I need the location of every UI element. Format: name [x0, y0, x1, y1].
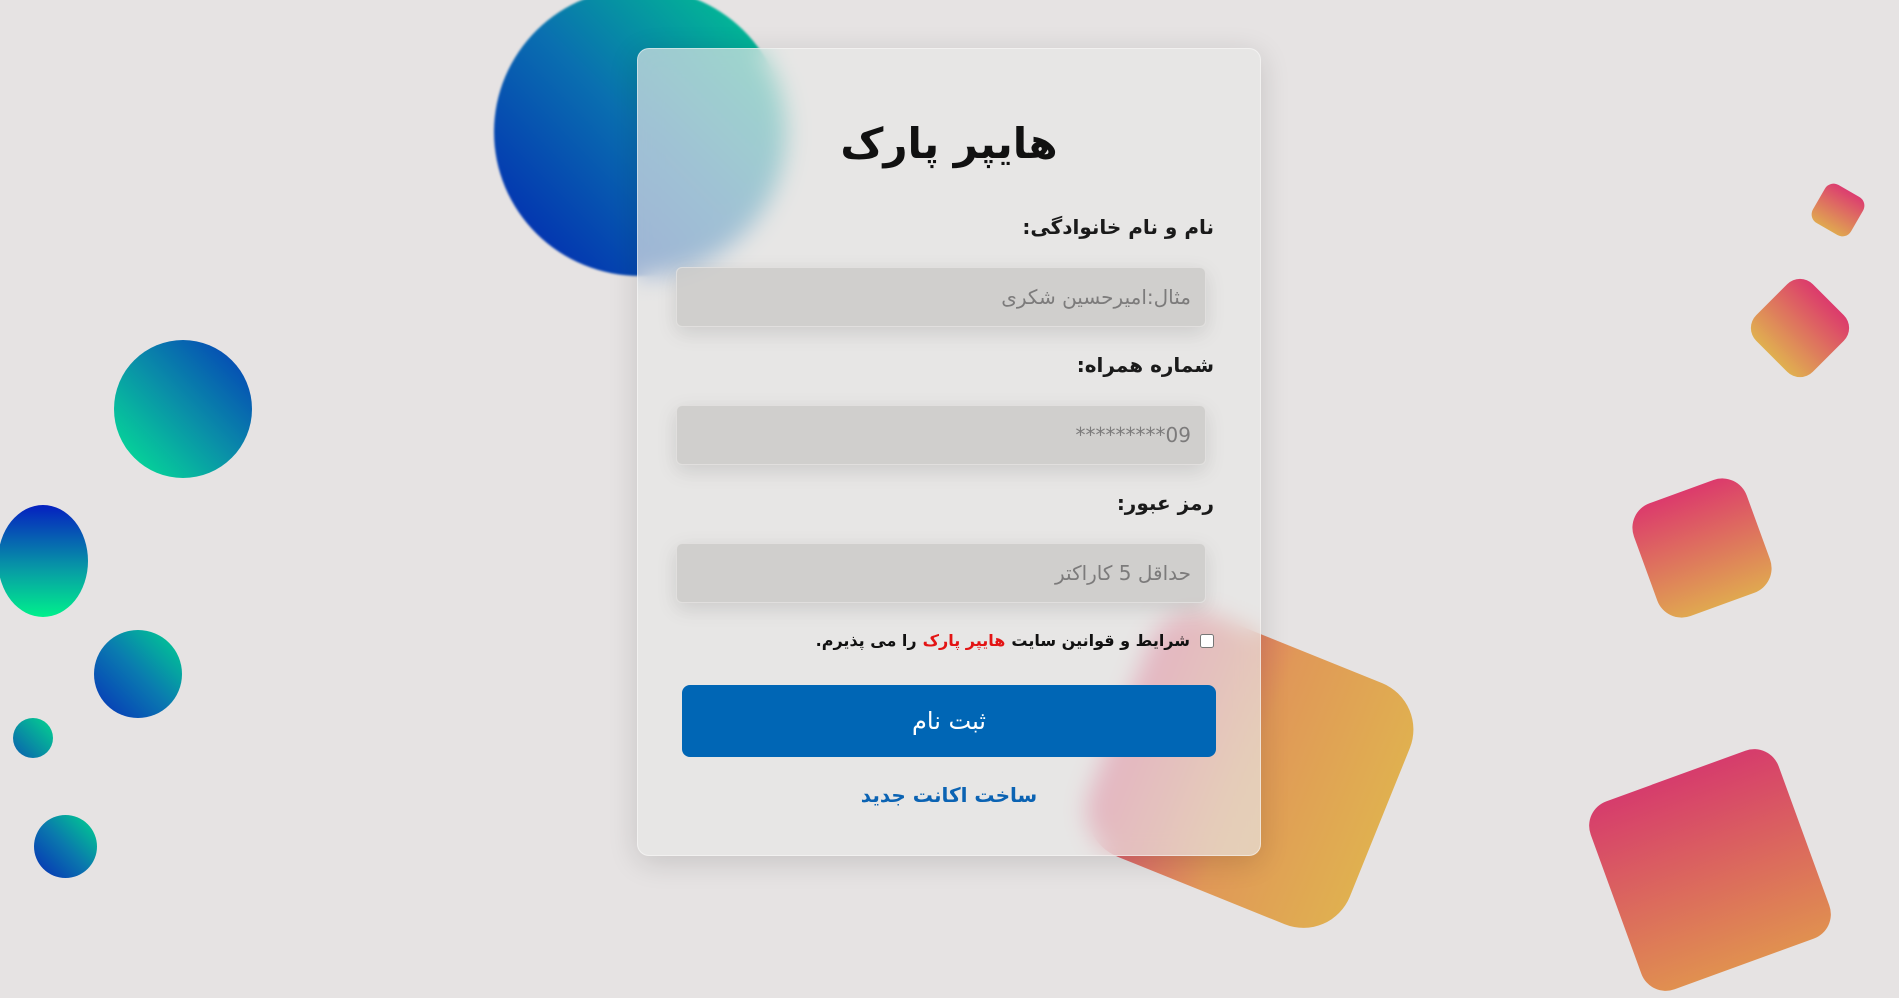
phone-label: شماره همراه: — [1076, 353, 1214, 377]
password-input[interactable] — [676, 543, 1206, 603]
signup-card: هایپر پارک نام و نام خانوادگی: شماره همر… — [637, 48, 1261, 856]
decorative-square — [1807, 179, 1869, 241]
create-account-link[interactable]: ساخت اکانت جدید — [638, 783, 1260, 807]
terms-suffix: را می پذیرم. — [815, 631, 917, 650]
decorative-square — [1743, 271, 1857, 385]
decorative-circle — [94, 630, 182, 718]
name-label: نام و نام خانوادگی: — [1022, 215, 1214, 239]
decorative-circle — [34, 815, 97, 878]
decorative-square — [1581, 741, 1839, 998]
decorative-square — [1625, 471, 1779, 625]
phone-input[interactable] — [676, 405, 1206, 465]
password-label: رمز عبور: — [1116, 491, 1214, 515]
name-input[interactable] — [676, 267, 1206, 327]
decorative-circle — [13, 718, 53, 758]
terms-checkbox[interactable] — [1200, 633, 1214, 648]
page-title: هایپر پارک — [840, 119, 1058, 168]
submit-button[interactable]: ثبت نام — [682, 685, 1216, 757]
terms-prefix: شرایط و قوانین سایت — [1011, 631, 1190, 650]
terms-row: شرایط و قوانین سایت هایپر پارک را می پذی… — [816, 631, 1214, 650]
terms-site-name: هایپر پارک — [922, 631, 1006, 650]
decorative-circle — [114, 340, 252, 478]
decorative-circle — [0, 505, 88, 617]
